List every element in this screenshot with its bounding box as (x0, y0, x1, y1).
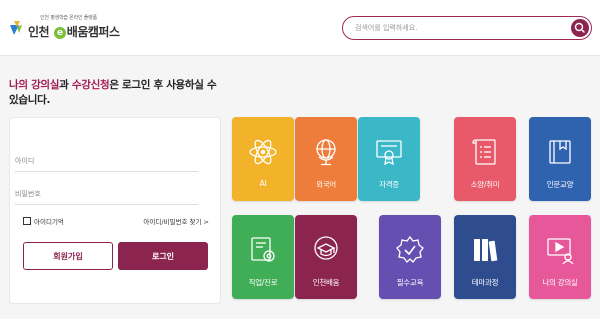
category-tile-hobby[interactable]: 소양/취미 (454, 117, 516, 201)
logo-e-mark: e (53, 27, 66, 39)
book-icon (549, 140, 571, 164)
headline-conjunction: 과 (59, 79, 72, 91)
search-icon (574, 22, 585, 33)
tile-label-humanities: 인문교양 (546, 180, 574, 189)
tile-label-theme-course: 테마과정 (471, 278, 499, 287)
category-tile-career[interactable]: 직업/진로 (232, 215, 294, 299)
video-lecture-icon (547, 238, 574, 265)
find-account-link[interactable]: 아이디/비밀번호 찾기 > (143, 216, 209, 226)
category-tile-my-classroom[interactable]: 나의 강의실 (529, 215, 591, 299)
books-shelf-icon (474, 239, 498, 262)
tile-label-certificate: 자격증 (379, 180, 399, 189)
logo-text-part2: 배움캠퍼스 (66, 25, 120, 39)
category-tile-certificate[interactable]: 자격증 (358, 117, 420, 201)
login-panel (9, 117, 221, 304)
search-button[interactable] (571, 18, 589, 37)
logo-text: 인천 e 배움캠퍼스 (28, 23, 120, 40)
career-icon (251, 237, 275, 262)
site-header: 인천 평생학습 온라인 플랫폼 인천 e 배움캠퍼스 (0, 0, 600, 56)
category-tile-humanities[interactable]: 인문교양 (529, 117, 591, 201)
tile-label-foreign-language: 외국어 (316, 180, 336, 189)
search-input[interactable] (355, 20, 555, 36)
tile-label-mandatory: 필수교육 (396, 278, 424, 287)
category-tile-incheon-learning[interactable]: 인천배움 (295, 215, 357, 299)
signup-button[interactable]: 회원가입 (23, 242, 113, 270)
search-bar (342, 16, 592, 40)
headline-accent-classroom: 나의 강의실 (9, 79, 60, 91)
site-logo[interactable]: 인천 평생학습 온라인 플랫폼 인천 e 배움캠퍼스 (10, 14, 140, 46)
username-field[interactable] (15, 150, 198, 172)
category-tile-mandatory[interactable]: 필수교육 (379, 215, 441, 299)
logo-tagline: 인천 평생학습 온라인 플랫폼 (40, 15, 97, 21)
atom-icon (249, 139, 277, 165)
tile-label-ai: AI (259, 179, 267, 188)
tile-label-hobby: 소양/취미 (470, 180, 500, 189)
category-tile-ai[interactable]: AI (232, 117, 294, 201)
login-notice-heading: 나의 강의실과 수강신청은 로그인 후 사용하실 수 있습니다. (9, 78, 229, 108)
logo-text-part1: 인천 (28, 25, 50, 39)
password-field[interactable] (15, 183, 198, 205)
tile-label-career: 직업/진로 (248, 278, 278, 287)
scroll-icon (472, 139, 496, 165)
tile-label-incheon-learning: 인천배움 (312, 278, 340, 287)
graduation-cap-icon (314, 236, 338, 260)
logo-mark-icon (10, 21, 22, 35)
tile-label-my-classroom: 나의 강의실 (542, 278, 578, 287)
login-button[interactable]: 로그인 (118, 242, 208, 270)
headline-accent-enroll: 수강신청 (71, 79, 110, 91)
badge-check-icon (396, 235, 424, 263)
category-tile-foreign-language[interactable]: 외국어 (295, 117, 357, 201)
remember-id-label: 아이디기억 (34, 218, 64, 226)
remember-id-option[interactable]: 아이디기억 (23, 216, 64, 226)
globe-icon (316, 139, 336, 166)
category-tile-theme-course[interactable]: 테마과정 (454, 215, 516, 299)
remember-id-checkbox[interactable] (23, 217, 31, 225)
certificate-icon (376, 140, 402, 166)
